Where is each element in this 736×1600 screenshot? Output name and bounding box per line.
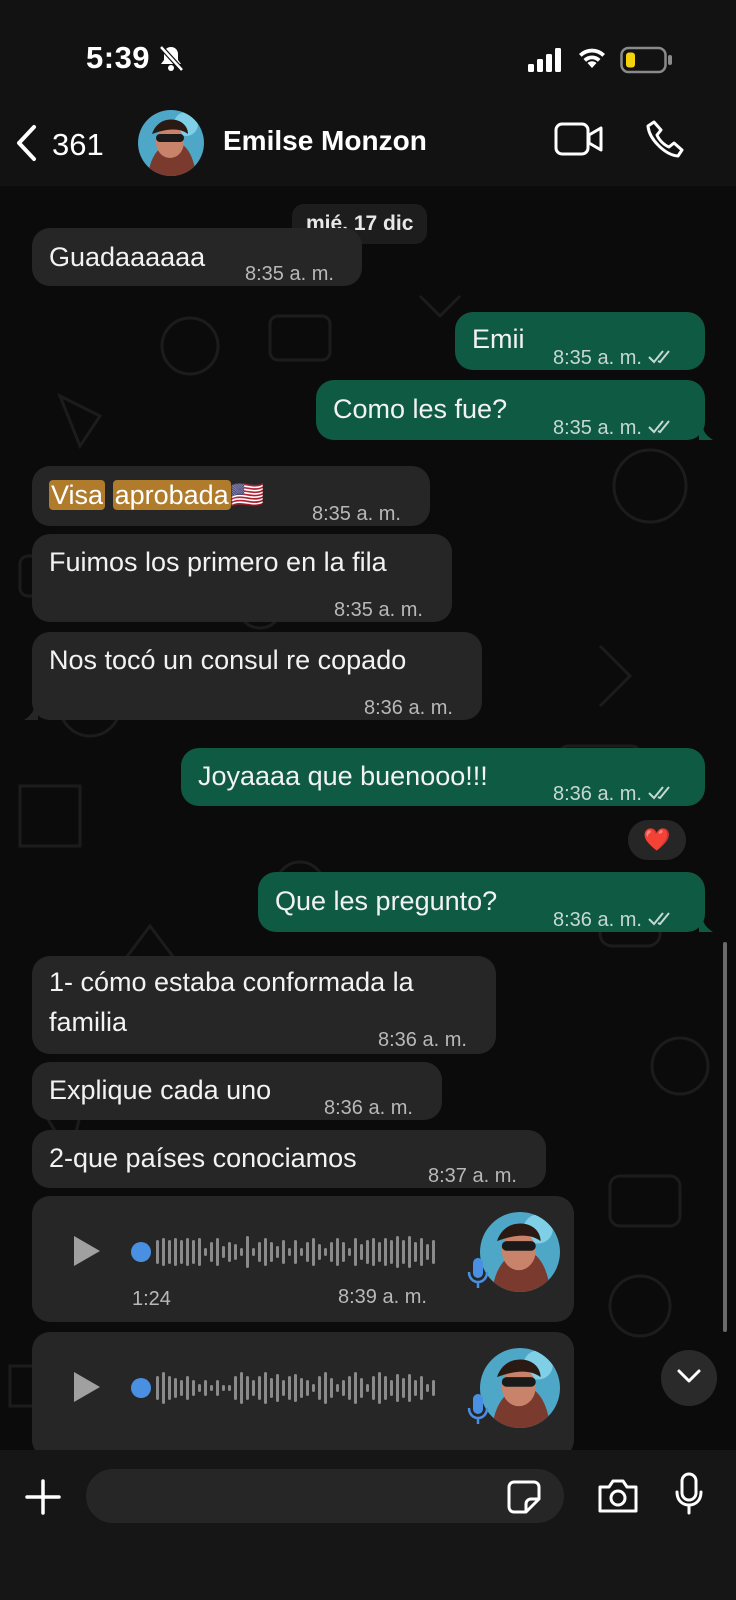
input-bar	[0, 1450, 736, 1600]
chevron-left-icon	[14, 124, 38, 167]
message-time: 8:35 a. m.	[312, 503, 401, 525]
unread-count: 361	[52, 127, 104, 162]
message-incoming[interactable]: Guadaaaaaa 8:35 a. m.	[32, 228, 362, 286]
avatar	[480, 1348, 560, 1428]
chevron-down-icon	[676, 1368, 702, 1389]
double-check-icon	[648, 775, 676, 815]
play-icon[interactable]	[72, 1370, 102, 1409]
message-incoming[interactable]: Explique cada uno 8:36 a. m.	[32, 1062, 442, 1120]
message-incoming[interactable]: 1- cómo estaba conformada la familia 8:3…	[32, 956, 496, 1054]
status-bar: 5:39	[0, 0, 736, 110]
double-check-icon	[648, 339, 676, 379]
message-text: 2-que países conociamos	[49, 1143, 357, 1173]
video-call-icon[interactable]	[554, 122, 604, 161]
message-time: 8:39 a. m.	[338, 1286, 427, 1308]
highlighted-word: Visa	[49, 480, 106, 510]
flag-emoji: 🇺🇸	[230, 480, 265, 510]
message-time: 8:35 a. m.	[245, 263, 334, 285]
phone-icon[interactable]	[644, 118, 686, 165]
chat-area[interactable]: mié, 17 dic Guadaaaaaa 8:35 a. m. Emii 8…	[0, 186, 736, 1450]
message-text: Explique cada uno	[49, 1075, 272, 1105]
message-time: 8:35 a. m.	[334, 599, 423, 621]
message-incoming[interactable]: Fuimos los primero en la fila 8:35 a. m.	[32, 534, 452, 622]
sticker-icon[interactable]	[506, 1479, 542, 1520]
microphone-icon	[467, 1392, 489, 1431]
voice-message[interactable]	[32, 1332, 574, 1450]
bubble-tail	[24, 706, 38, 720]
bubble-tail	[699, 426, 713, 440]
camera-icon[interactable]	[596, 1478, 640, 1519]
cellular-signal-icon	[528, 48, 564, 77]
scrollbar[interactable]	[723, 942, 727, 1332]
avatar	[480, 1212, 560, 1292]
message-time: 8:36 a. m.	[553, 909, 642, 931]
status-time: 5:39	[86, 40, 151, 75]
message-time: 8:37 a. m.	[428, 1165, 517, 1187]
message-meta: 8:36 a. m.	[553, 774, 676, 815]
message-text-line: familia	[49, 1007, 128, 1037]
bell-slash-icon	[158, 44, 184, 77]
message-meta: 8:35 a. m.	[553, 408, 676, 449]
message-text: Como les fue?	[333, 394, 508, 424]
message-time: 8:36 a. m.	[364, 697, 453, 719]
waveform[interactable]	[130, 1368, 470, 1413]
microphone-icon[interactable]	[674, 1472, 704, 1521]
contact-name[interactable]: Emilse Monzon	[223, 125, 427, 157]
message-outgoing[interactable]: Joyaaaa que buenooo!!! 8:36 a. m.	[181, 748, 705, 806]
message-outgoing[interactable]: Emii 8:35 a. m.	[455, 312, 705, 370]
reaction-badge[interactable]: ❤️	[626, 818, 688, 862]
message-time: 8:36 a. m.	[324, 1097, 413, 1119]
message-incoming[interactable]: Nos tocó un consul re copado 8:36 a. m.	[24, 632, 482, 720]
bubble-tail	[699, 918, 713, 932]
plus-icon[interactable]	[24, 1478, 62, 1521]
message-text: Joyaaaa que buenooo!!!	[198, 761, 488, 791]
message-time: 8:35 a. m.	[553, 347, 642, 369]
message-input-wrapper	[86, 1469, 564, 1523]
message-meta: 8:35 a. m.	[553, 338, 676, 379]
message-incoming[interactable]: 2-que países conociamos 8:37 a. m.	[32, 1130, 546, 1188]
voice-duration: 1:24	[132, 1288, 171, 1310]
highlighted-word: aprobada	[112, 480, 231, 510]
waveform[interactable]	[130, 1232, 470, 1277]
double-check-icon	[648, 409, 676, 449]
message-input[interactable]	[106, 1469, 486, 1523]
scroll-to-bottom-button[interactable]	[661, 1350, 717, 1406]
message-text: Que les pregunto?	[275, 886, 498, 916]
message-text-line: 1- cómo estaba conformada la	[49, 967, 414, 997]
wifi-icon	[576, 44, 608, 75]
message-text: Visa aprobada🇺🇸	[49, 475, 264, 515]
microphone-icon	[467, 1256, 489, 1295]
message-time: 8:35 a. m.	[553, 417, 642, 439]
play-icon[interactable]	[72, 1234, 102, 1273]
chat-header: 361 Emilse Monzon	[0, 110, 736, 186]
double-check-icon	[648, 901, 676, 941]
message-outgoing[interactable]: Como les fue? 8:35 a. m.	[316, 380, 713, 440]
message-incoming[interactable]: Visa aprobada🇺🇸 8:35 a. m.	[32, 466, 430, 526]
message-outgoing[interactable]: Que les pregunto? 8:36 a. m.	[258, 872, 713, 932]
message-time: 8:36 a. m.	[378, 1029, 467, 1051]
message-meta: 8:36 a. m.	[553, 900, 676, 941]
avatar[interactable]	[138, 110, 204, 176]
message-time: 8:36 a. m.	[553, 783, 642, 805]
voice-message[interactable]: 1:24 8:39 a. m.	[32, 1196, 574, 1322]
battery-low-icon	[620, 46, 674, 79]
back-button[interactable]: 361	[14, 122, 104, 168]
message-text: Emii	[472, 324, 525, 354]
message-text: Fuimos los primero en la fila	[49, 547, 387, 577]
message-text: Guadaaaaaa	[49, 242, 206, 272]
message-text: Nos tocó un consul re copado	[49, 645, 407, 675]
